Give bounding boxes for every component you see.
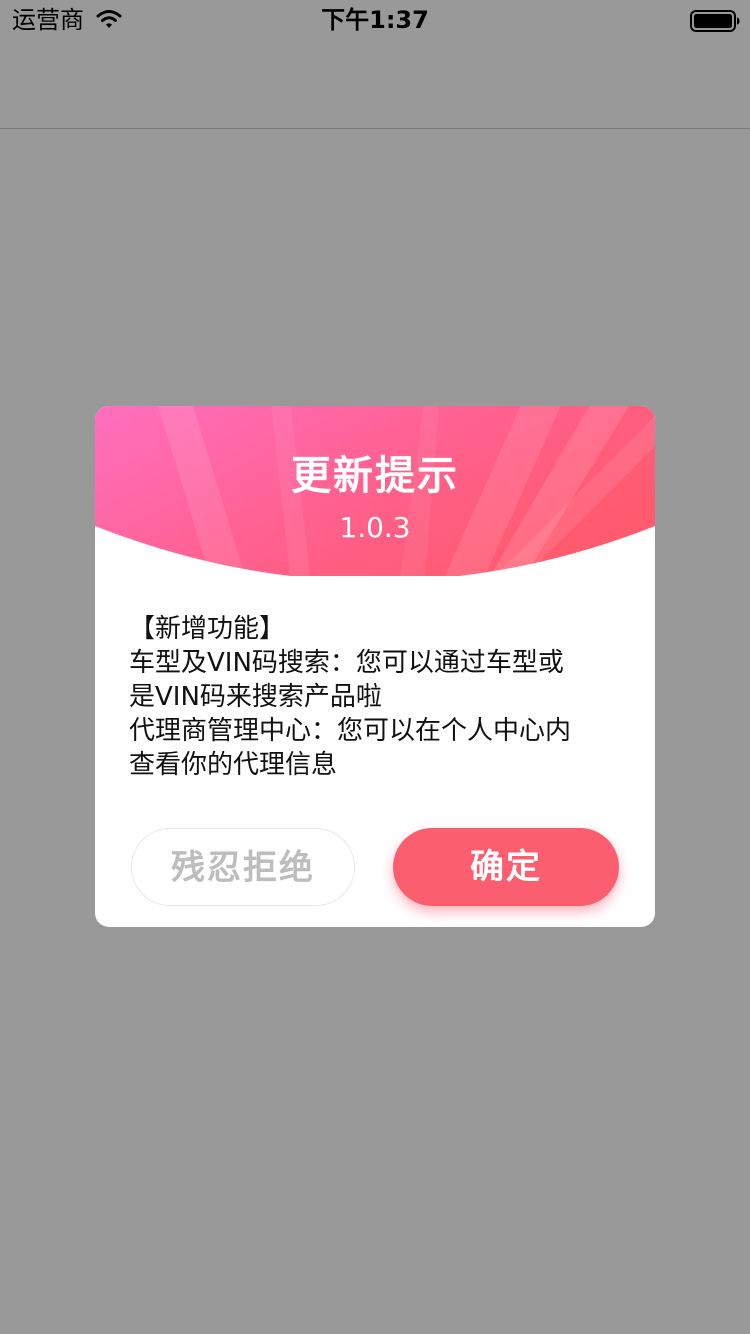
release-notes-line: 是VIN码来搜索产品啦 <box>129 682 382 712</box>
battery-icon <box>690 10 740 32</box>
release-notes-line: 车型及VIN码搜索：您可以通过车型或 <box>129 648 564 678</box>
release-notes: 【新增功能】 车型及VIN码搜索：您可以通过车型或 是VIN码来搜索产品啦 代理… <box>129 612 629 782</box>
navigation-bar <box>0 40 750 129</box>
release-notes-line: 查看你的代理信息 <box>129 750 338 780</box>
status-time: 下午1:37 <box>321 6 429 34</box>
status-bar: 运营商 下午1:37 <box>0 0 750 40</box>
dialog-title: 更新提示 <box>291 453 459 499</box>
version-label: 1.0.3 <box>339 511 411 544</box>
reject-button[interactable]: 残忍拒绝 <box>131 828 355 906</box>
confirm-button[interactable]: 确定 <box>393 828 619 906</box>
release-notes-line: 代理商管理中心：您可以在个人中心内 <box>129 716 572 746</box>
release-notes-line: 【新增功能】 <box>129 614 286 644</box>
update-dialog: 更新提示 1.0.3 【新增功能】 车型及VIN码搜索：您可以通过车型或 是VI… <box>95 406 655 927</box>
